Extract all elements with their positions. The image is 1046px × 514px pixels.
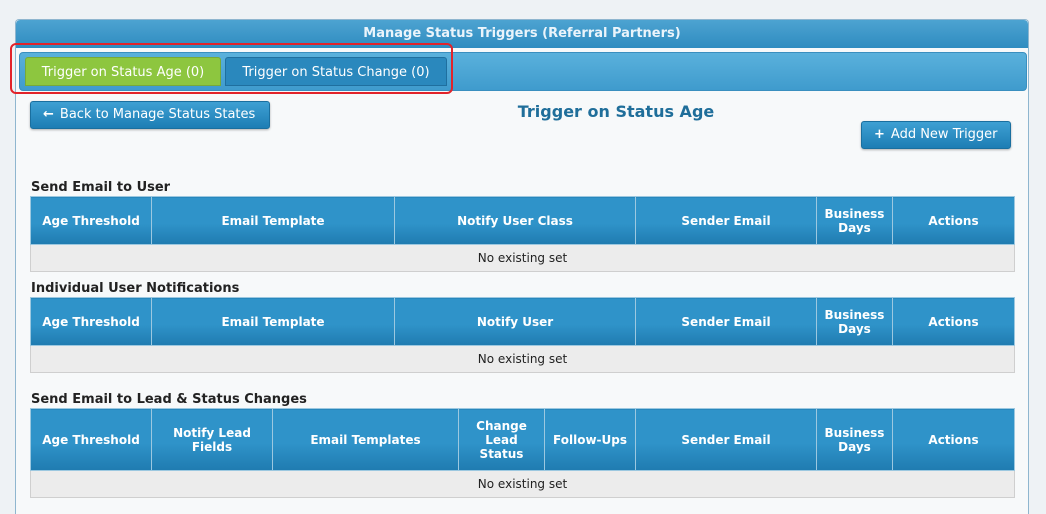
column-header[interactable]: Sender Email [635, 196, 817, 245]
column-header[interactable]: Notify User [394, 297, 636, 346]
add-button-label: Add New Trigger [890, 127, 998, 142]
section-title-send-email-to-user: Send Email to User [31, 180, 171, 195]
page-title: Trigger on Status Age [517, 102, 715, 121]
column-header: Actions [892, 196, 1015, 245]
column-header[interactable]: Sender Email [635, 408, 817, 471]
empty-row: No existing set [30, 244, 1015, 272]
tabs-highlight-box [10, 43, 453, 94]
column-header: Actions [892, 297, 1015, 346]
plus-icon: + [874, 127, 885, 142]
column-header[interactable]: Business Days [816, 297, 893, 346]
column-header[interactable]: Sender Email [635, 297, 817, 346]
add-new-trigger-button[interactable]: + Add New Trigger [861, 121, 1011, 149]
column-header[interactable]: Notify Lead Fields [151, 408, 273, 471]
empty-row: No existing set [30, 470, 1015, 498]
column-header: Actions [892, 408, 1015, 471]
column-header[interactable]: Business Days [816, 196, 893, 245]
column-header[interactable]: Email Templates [272, 408, 459, 471]
column-header[interactable]: Email Template [151, 196, 395, 245]
column-header[interactable]: Email Template [151, 297, 395, 346]
column-header[interactable]: Follow-Ups [544, 408, 636, 471]
individual-user-notifications-table: Age Threshold Email Template Notify User… [30, 297, 1015, 373]
column-header[interactable]: Business Days [816, 408, 893, 471]
send-email-to-user-table: Age Threshold Email Template Notify User… [30, 196, 1015, 272]
column-header[interactable]: Change Lead Status [458, 408, 545, 471]
column-header[interactable]: Age Threshold [30, 408, 152, 471]
empty-row: No existing set [30, 345, 1015, 373]
send-email-to-lead-status-changes-table: Age Threshold Notify Lead Fields Email T… [30, 408, 1015, 498]
column-header[interactable]: Age Threshold [30, 297, 152, 346]
section-title-send-email-to-lead-status-changes: Send Email to Lead & Status Changes [31, 392, 307, 407]
section-title-individual-user-notifications: Individual User Notifications [31, 281, 240, 296]
back-button-label: Back to Manage Status States [59, 107, 256, 122]
arrow-left-icon: ← [43, 107, 54, 122]
column-header[interactable]: Age Threshold [30, 196, 152, 245]
column-header[interactable]: Notify User Class [394, 196, 636, 245]
back-to-manage-status-states-button[interactable]: ← Back to Manage Status States [30, 101, 270, 129]
